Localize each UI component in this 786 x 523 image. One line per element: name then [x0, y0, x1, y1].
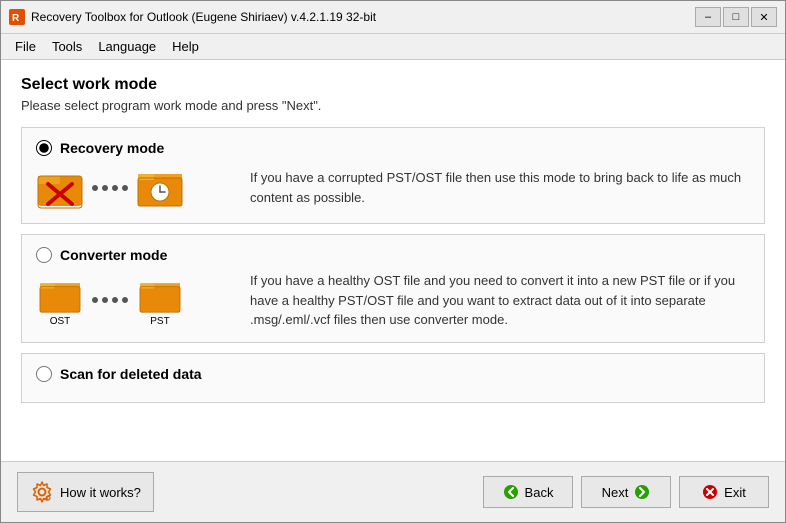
footer-buttons: Back Next E: [483, 476, 769, 508]
scan-mode-header: Scan for deleted data: [36, 366, 750, 382]
ost-folder-icon: OST: [36, 274, 84, 327]
recovery-mode-section: Recovery mode: [21, 127, 765, 224]
dots-separator-converter: [92, 297, 128, 303]
converter-icon-area: OST PS: [36, 274, 236, 327]
window-title: Recovery Toolbox for Outlook (Eugene Shi…: [31, 10, 695, 24]
minimize-button[interactable]: –: [695, 7, 721, 27]
next-label: Next: [602, 485, 629, 500]
page-subtitle: Please select program work mode and pres…: [21, 98, 765, 113]
page-title: Select work mode: [21, 76, 765, 94]
dots-separator-recovery: [92, 185, 128, 191]
app-window: R Recovery Toolbox for Outlook (Eugene S…: [0, 0, 786, 523]
converter-mode-radio[interactable]: [36, 247, 52, 263]
converter-mode-description: If you have a healthy OST file and you n…: [250, 271, 750, 330]
converter-mode-header: Converter mode: [36, 247, 750, 263]
recovery-mode-header: Recovery mode: [36, 140, 750, 156]
recovery-mode-description: If you have a corrupted PST/OST file the…: [250, 168, 750, 207]
exit-button[interactable]: Exit: [679, 476, 769, 508]
how-it-works-button[interactable]: How it works?: [17, 472, 154, 512]
how-it-works-label: How it works?: [60, 485, 141, 500]
menu-help[interactable]: Help: [164, 36, 207, 57]
exit-icon: [702, 484, 718, 500]
menu-tools[interactable]: Tools: [44, 36, 90, 57]
scan-mode-label[interactable]: Scan for deleted data: [60, 366, 202, 382]
pst-folder-icon: PST: [136, 274, 184, 327]
footer: How it works? Back Next: [1, 461, 785, 522]
menu-bar: File Tools Language Help: [1, 34, 785, 60]
recovery-mode-body: If you have a corrupted PST/OST file the…: [36, 164, 750, 211]
converter-mode-body: OST PS: [36, 271, 750, 330]
back-button[interactable]: Back: [483, 476, 573, 508]
converter-mode-label[interactable]: Converter mode: [60, 247, 167, 263]
menu-language[interactable]: Language: [90, 36, 164, 57]
main-content: Select work mode Please select program w…: [1, 60, 785, 461]
next-icon: [634, 484, 650, 500]
gear-icon: [30, 480, 54, 504]
output-folder-icon: [136, 164, 184, 211]
exit-label: Exit: [724, 485, 746, 500]
scan-mode-radio[interactable]: [36, 366, 52, 382]
recovery-mode-radio[interactable]: [36, 140, 52, 156]
pst-label: PST: [150, 316, 169, 327]
converter-mode-section: Converter mode OST: [21, 234, 765, 343]
window-controls: – □ ✕: [695, 7, 777, 27]
recovery-icon-area: [36, 164, 236, 211]
next-button[interactable]: Next: [581, 476, 671, 508]
svg-text:R: R: [12, 13, 20, 24]
close-button[interactable]: ✕: [751, 7, 777, 27]
back-label: Back: [525, 485, 554, 500]
recovery-mode-label[interactable]: Recovery mode: [60, 140, 164, 156]
recovery-folder-icon: [36, 166, 84, 210]
title-bar: R Recovery Toolbox for Outlook (Eugene S…: [1, 1, 785, 34]
app-icon: R: [9, 9, 25, 25]
back-icon: [503, 484, 519, 500]
maximize-button[interactable]: □: [723, 7, 749, 27]
scan-mode-section: Scan for deleted data: [21, 353, 765, 403]
footer-left: How it works?: [17, 472, 154, 512]
menu-file[interactable]: File: [7, 36, 44, 57]
ost-label: OST: [50, 316, 71, 327]
